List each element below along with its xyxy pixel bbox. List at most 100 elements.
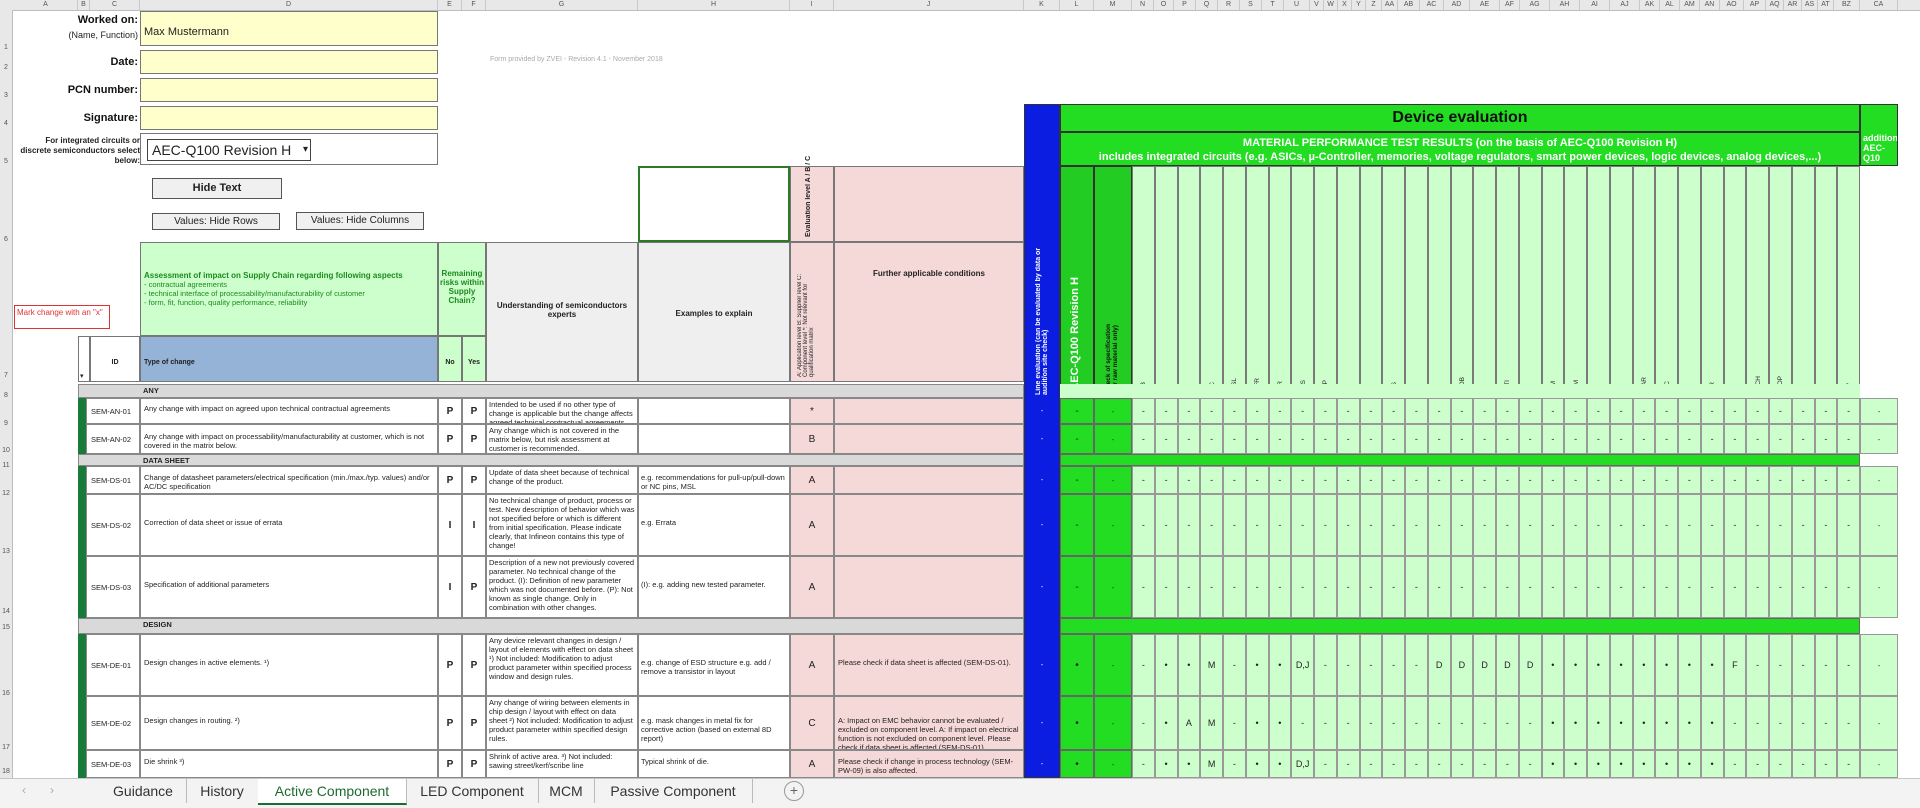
matrix-cell[interactable]: - <box>1723 398 1747 424</box>
matrix-cell[interactable]: - <box>1700 398 1724 424</box>
matrix-cell[interactable]: A <box>1177 696 1201 750</box>
matrix-cell[interactable]: • <box>1268 696 1292 750</box>
matrix-cell[interactable]: - <box>1700 424 1724 454</box>
tab-scroll-left-icon[interactable]: ‹ <box>22 783 26 797</box>
matrix-cell[interactable]: - <box>1336 750 1360 778</box>
column-letter[interactable]: AG <box>1520 0 1550 10</box>
matrix-cell[interactable]: - <box>1837 424 1860 454</box>
matrix-cell[interactable]: - <box>1336 696 1360 750</box>
matrix-cell[interactable]: - <box>1223 634 1246 696</box>
matrix-cell[interactable]: - <box>1427 424 1451 454</box>
column-letter[interactable]: R <box>1218 0 1240 10</box>
matrix-cell[interactable]: - <box>1609 398 1633 424</box>
matrix-cell[interactable]: - <box>1473 424 1496 454</box>
row-yes-value[interactable]: P <box>462 424 486 454</box>
matrix-cell[interactable]: - <box>1405 750 1428 778</box>
column-letter[interactable]: AS <box>1802 0 1818 10</box>
matrix-cell[interactable]: - <box>1769 424 1792 454</box>
matrix-cell[interactable]: - <box>1769 634 1792 696</box>
matrix-cell[interactable]: - <box>1609 466 1633 494</box>
matrix-cell[interactable]: - <box>1177 424 1201 454</box>
matrix-cell[interactable]: - <box>1450 398 1474 424</box>
matrix-cell[interactable]: - <box>1200 424 1223 454</box>
tab-history[interactable]: History <box>186 779 259 803</box>
row-number[interactable]: 17 <box>0 744 12 751</box>
matrix-cell[interactable]: D <box>1518 634 1542 696</box>
tab-scroll-right-icon[interactable]: › <box>50 783 54 797</box>
column-letter[interactable]: AQ <box>1766 0 1784 10</box>
matrix-cell[interactable]: - <box>1473 494 1496 556</box>
matrix-cell[interactable]: - <box>1314 466 1337 494</box>
matrix-cell[interactable]: - <box>1723 466 1747 494</box>
column-letter[interactable]: AJ <box>1610 0 1640 10</box>
matrix-cell[interactable]: - <box>1632 466 1656 494</box>
matrix-cell[interactable]: - <box>1405 398 1428 424</box>
matrix-cell[interactable]: - <box>1541 398 1565 424</box>
matrix-cell[interactable]: - <box>1427 466 1451 494</box>
matrix-cell[interactable]: - <box>1291 398 1314 424</box>
matrix-cell[interactable]: - <box>1291 556 1314 618</box>
row-number[interactable]: 8 <box>0 392 12 399</box>
column-letter[interactable]: AK <box>1640 0 1660 10</box>
column-letter[interactable]: N <box>1132 0 1154 10</box>
row-no-value[interactable]: I <box>438 494 462 556</box>
matrix-cell[interactable]: M <box>1200 696 1223 750</box>
matrix-cell[interactable]: • <box>1609 750 1633 778</box>
matrix-cell[interactable]: - <box>1223 466 1246 494</box>
matrix-cell[interactable]: • <box>1245 696 1269 750</box>
matrix-cell[interactable]: • <box>1564 634 1587 696</box>
column-letter[interactable]: CA <box>1860 0 1898 10</box>
matrix-cell[interactable]: • <box>1632 696 1656 750</box>
matrix-cell[interactable]: - <box>1314 634 1337 696</box>
matrix-cell[interactable]: - <box>1791 398 1815 424</box>
matrix-cell[interactable]: - <box>1541 424 1565 454</box>
matrix-cell[interactable]: - <box>1837 556 1860 618</box>
matrix-cell[interactable]: • <box>1700 634 1724 696</box>
matrix-cell[interactable]: - <box>1518 750 1542 778</box>
row-yes-value[interactable]: P <box>462 556 486 618</box>
matrix-cell[interactable]: - <box>1245 398 1269 424</box>
matrix-cell[interactable]: - <box>1200 556 1223 618</box>
matrix-cell[interactable]: - <box>1769 494 1792 556</box>
pcn-number-field[interactable] <box>140 78 438 102</box>
row-number[interactable]: 6 <box>0 236 12 243</box>
matrix-cell[interactable]: - <box>1223 424 1246 454</box>
column-letter[interactable]: AI <box>1580 0 1610 10</box>
row-no-value[interactable]: P <box>438 424 462 454</box>
matrix-cell[interactable]: - <box>1541 494 1565 556</box>
row-no-value[interactable]: I <box>438 556 462 618</box>
matrix-cell[interactable]: - <box>1518 494 1542 556</box>
matrix-cell[interactable]: - <box>1632 494 1656 556</box>
matrix-cell[interactable]: - <box>1382 556 1405 618</box>
tab-led-component[interactable]: LED Component <box>406 779 539 803</box>
matrix-cell[interactable]: D <box>1427 634 1451 696</box>
column-letter[interactable]: AM <box>1680 0 1700 10</box>
matrix-cell[interactable]: - <box>1769 556 1792 618</box>
matrix-cell[interactable]: - <box>1336 424 1360 454</box>
column-letter[interactable]: Y <box>1352 0 1366 10</box>
matrix-cell[interactable]: - <box>1336 494 1360 556</box>
tab-active-component[interactable]: Active Component <box>258 779 407 805</box>
row-yes-value[interactable]: P <box>462 634 486 696</box>
matrix-cell[interactable]: - <box>1132 696 1155 750</box>
matrix-cell[interactable]: - <box>1746 556 1769 618</box>
matrix-cell[interactable]: - <box>1450 750 1474 778</box>
matrix-cell[interactable]: - <box>1678 494 1701 556</box>
matrix-cell[interactable]: - <box>1245 424 1269 454</box>
column-letter[interactable]: E <box>438 0 462 10</box>
matrix-cell[interactable]: - <box>1154 466 1178 494</box>
row-number[interactable]: 1 <box>0 44 12 51</box>
matrix-cell[interactable]: - <box>1473 466 1496 494</box>
matrix-cell[interactable]: • <box>1541 696 1565 750</box>
matrix-cell[interactable]: - <box>1791 424 1815 454</box>
matrix-cell[interactable]: • <box>1655 634 1678 696</box>
matrix-cell[interactable]: - <box>1314 696 1337 750</box>
matrix-cell[interactable]: - <box>1564 424 1587 454</box>
row-number[interactable]: 10 <box>0 447 12 454</box>
matrix-cell[interactable]: - <box>1723 556 1747 618</box>
matrix-cell[interactable]: - <box>1382 398 1405 424</box>
column-letter[interactable]: I <box>790 0 834 10</box>
row-number[interactable]: 4 <box>0 120 12 127</box>
worked-on-field[interactable]: Max Mustermann <box>140 11 438 46</box>
matrix-cell[interactable]: • <box>1587 634 1610 696</box>
